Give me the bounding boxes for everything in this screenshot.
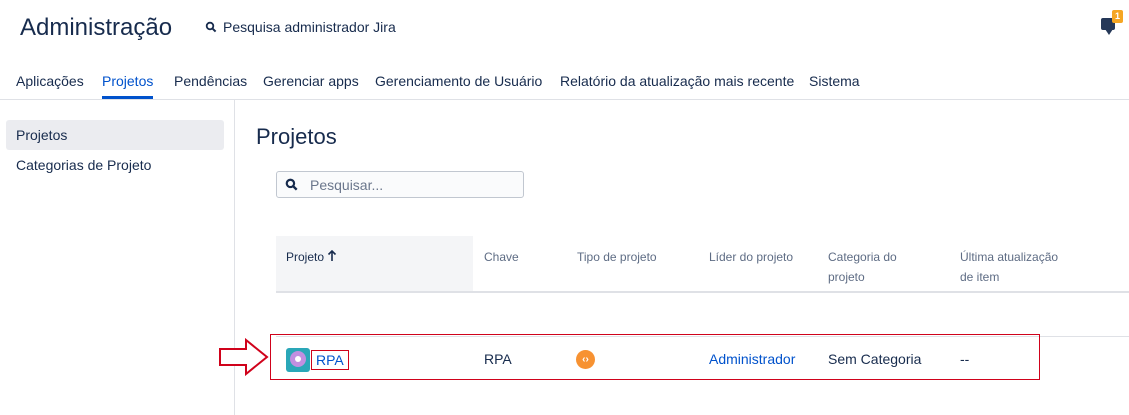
software-project-icon: ‹› <box>576 350 595 369</box>
tab-aplicacoes[interactable]: Aplicações <box>16 73 84 89</box>
column-header-projeto[interactable]: Projeto <box>286 247 337 267</box>
search-icon <box>205 21 217 33</box>
tab-pendencias[interactable]: Pendências <box>174 73 247 89</box>
project-key: RPA <box>484 351 512 367</box>
admin-search-label: Pesquisa administrador Jira <box>223 19 396 35</box>
project-category: Sem Categoria <box>828 351 922 367</box>
notifications-button[interactable]: 1 <box>1100 10 1124 36</box>
tab-gerenciar-apps[interactable]: Gerenciar apps <box>263 73 359 89</box>
sidebar: Projetos Categorias de Projeto <box>0 100 235 415</box>
project-search-box <box>276 171 524 198</box>
tab-sistema[interactable]: Sistema <box>809 73 860 89</box>
sidebar-item-categorias[interactable]: Categorias de Projeto <box>6 150 224 180</box>
project-name-link[interactable]: RPA <box>311 350 349 370</box>
arrow-up-icon <box>328 249 337 261</box>
annotation-arrow-icon <box>219 338 269 376</box>
column-header-lider[interactable]: Líder do projeto <box>709 247 793 267</box>
column-header-chave[interactable]: Chave <box>484 247 519 267</box>
projects-table-header: Projeto Chave Tipo de projeto Líder do p… <box>276 236 1129 293</box>
tab-relatorio-atualizacao[interactable]: Relatório da atualização mais recente <box>560 73 794 89</box>
column-label: Projeto <box>286 250 325 264</box>
column-header-ultima-atualizacao[interactable]: Última atualização de item <box>960 247 1070 287</box>
page-title: Projetos <box>256 124 337 149</box>
project-search-input[interactable] <box>308 175 512 194</box>
column-header-categoria[interactable]: Categoria do projeto <box>828 247 918 287</box>
page-header-title: Administração <box>20 14 173 41</box>
project-lead-link[interactable]: Administrador <box>709 351 795 367</box>
tab-gerenciamento-usuario[interactable]: Gerenciamento de Usuário <box>375 73 542 89</box>
notification-badge: 1 <box>1112 10 1123 23</box>
admin-nav-tabs: Aplicações Projetos Pendências Gerenciar… <box>0 63 1129 100</box>
tab-projetos[interactable]: Projetos <box>102 73 154 99</box>
project-last-update: -- <box>960 351 970 367</box>
sidebar-item-projetos[interactable]: Projetos <box>6 120 224 150</box>
admin-search[interactable]: Pesquisa administrador Jira <box>205 19 396 35</box>
search-icon <box>285 178 298 191</box>
project-avatar[interactable] <box>286 348 310 372</box>
column-header-tipo[interactable]: Tipo de projeto <box>577 247 657 267</box>
table-row: RPA RPA ‹› Administrador Sem Categoria -… <box>276 336 1129 383</box>
